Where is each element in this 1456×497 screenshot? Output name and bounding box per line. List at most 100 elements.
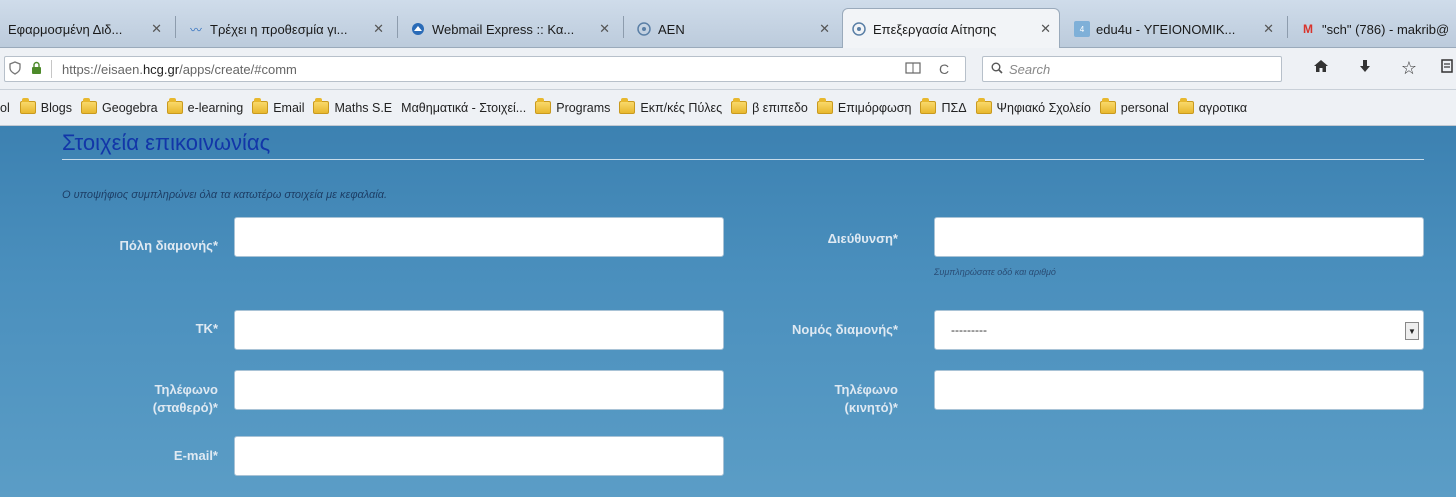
instruction-text: Ο υποψήφιος συμπληρώνει όλα τα κατωτέρω … — [62, 189, 388, 201]
tab-separator — [175, 16, 176, 38]
tab-2[interactable]: Webmail Express :: Κα... ✕ — [402, 10, 618, 48]
bookmark-personal[interactable]: personal — [1099, 98, 1169, 115]
compass-icon — [851, 21, 867, 37]
folder-icon — [975, 98, 992, 114]
library-icon[interactable] — [1436, 58, 1456, 79]
page-content: Στοιχεία επικοινωνίας Ο υποψήφιος συμπλη… — [0, 126, 1456, 497]
tab-label: Τρέχει η προθεσμία γι... — [210, 21, 348, 37]
url-text[interactable]: https://eisaen.hcg.gr/apps/create/#comm — [62, 62, 297, 77]
close-icon[interactable]: ✕ — [1040, 21, 1051, 37]
compass-icon — [636, 21, 652, 37]
folder-icon — [252, 98, 269, 114]
bookmark-epimorfosi[interactable]: Επιμόρφωση — [816, 98, 911, 115]
tab-label: AEN — [658, 21, 685, 37]
bookmark-maths[interactable]: Maths S.E — [313, 98, 392, 115]
folder-icon — [619, 98, 636, 114]
bookmark-programs[interactable]: Programs — [535, 98, 610, 115]
bookmark-elearning[interactable]: e-learning — [166, 98, 243, 115]
phone-input[interactable] — [234, 370, 724, 410]
address-hint: Συμπληρώσατε οδό και αριθμό — [934, 267, 1056, 277]
bookmark-psd[interactable]: ΠΣΔ — [920, 98, 967, 115]
phone-label-line-1: Τηλέφωνο — [154, 382, 218, 397]
tab-1[interactable]: 〰 Τρέχει η προθεσμία γι... ✕ — [180, 10, 392, 48]
reload-icon[interactable]: C — [939, 61, 949, 77]
mobile-label: Τηλέφωνο (κινητό)* — [760, 381, 898, 417]
close-icon[interactable]: ✕ — [599, 21, 610, 37]
search-placeholder: Search — [1009, 61, 1051, 77]
bookmark-mathimatika[interactable]: Μαθηματικά - Στοιχεί... — [401, 101, 526, 115]
zip-input[interactable] — [234, 310, 724, 350]
folder-icon — [535, 98, 552, 114]
folder-icon — [1177, 98, 1194, 114]
tab-label: "sch" (786) - makrib@ — [1322, 21, 1448, 37]
bookmark-partial[interactable]: ol — [0, 101, 10, 115]
bookmarks-bar: ol Blogs Geogebra e-learning Email Maths… — [0, 90, 1456, 126]
dropdown-arrow-icon[interactable]: ▼ — [1405, 322, 1419, 340]
mail-icon — [410, 21, 426, 37]
wave-icon: 〰 — [189, 22, 202, 37]
close-icon[interactable]: ✕ — [1263, 21, 1274, 37]
folder-icon — [816, 98, 833, 114]
close-icon[interactable]: ✕ — [151, 21, 162, 37]
city-label: Πόλη διαμονής* — [119, 238, 218, 253]
mobile-input[interactable] — [934, 370, 1424, 410]
email-input[interactable] — [234, 436, 724, 476]
address-input[interactable] — [934, 217, 1424, 257]
zip-label: ΤΚ* — [195, 321, 218, 336]
address-label: Διεύθυνση* — [827, 231, 898, 246]
bookmark-star-icon[interactable]: ☆ — [1398, 58, 1420, 79]
lock-icon[interactable] — [31, 61, 43, 77]
tab-label: Webmail Express :: Κα... — [432, 21, 575, 37]
city-input[interactable] — [234, 217, 724, 257]
url-bar[interactable]: https://eisaen.hcg.gr/apps/create/#comm … — [4, 56, 966, 82]
bookmark-pyles[interactable]: Εκπ/κές Πύλες — [619, 98, 722, 115]
folder-icon — [731, 98, 748, 114]
tab-6[interactable]: M "sch" (786) - makrib@ — [1292, 10, 1456, 48]
search-input[interactable]: Search — [982, 56, 1282, 82]
tab-label: Επεξεργασία Αίτησης — [873, 21, 997, 37]
navigation-bar: https://eisaen.hcg.gr/apps/create/#comm … — [0, 48, 1456, 90]
gmail-icon: M — [1303, 22, 1313, 36]
tab-3[interactable]: AEN ✕ — [628, 10, 838, 48]
email-label: E-mail* — [173, 448, 218, 463]
tab-strip: Εφαρμοσμένη Διδ... ✕ 〰 Τρέχει η προθεσμί… — [0, 0, 1456, 49]
tab-5[interactable]: 4 edu4u - ΥΓΕΙΟΝΟΜΙΚ... ✕ — [1066, 10, 1282, 48]
folder-icon — [1099, 98, 1116, 114]
folder-icon — [920, 98, 937, 114]
mobile-label-line-1: Τηλέφωνο — [834, 382, 898, 397]
bookmark-geogebra[interactable]: Geogebra — [81, 98, 158, 115]
bookmark-email[interactable]: Email — [252, 98, 304, 115]
section-title: Στοιχεία επικοινωνίας — [62, 130, 271, 155]
bookmark-blogs[interactable]: Blogs — [19, 98, 72, 115]
tab-label: Εφαρμοσμένη Διδ... — [8, 21, 123, 37]
folder-icon — [166, 98, 183, 114]
close-icon[interactable]: ✕ — [819, 21, 830, 37]
tab-separator — [1287, 16, 1288, 38]
reader-view-icon[interactable] — [905, 61, 921, 78]
tab-label: edu4u - ΥΓΕΙΟΝΟΜΙΚ... — [1096, 21, 1236, 37]
edu-icon: 4 — [1074, 21, 1090, 37]
prefecture-select[interactable]: --------- ▼ — [934, 310, 1424, 350]
bookmark-b-epipedo[interactable]: β επιπεδο — [731, 98, 808, 115]
folder-icon — [81, 98, 98, 114]
home-icon[interactable] — [1310, 58, 1332, 79]
close-icon[interactable]: ✕ — [373, 21, 384, 37]
prefecture-selected: --------- — [951, 323, 987, 337]
search-icon — [991, 62, 1003, 77]
tab-separator — [623, 16, 624, 38]
url-separator — [51, 60, 52, 78]
phone-label-line-2: (σταθερό)* — [152, 400, 218, 415]
folder-icon — [19, 98, 36, 114]
download-icon[interactable] — [1354, 58, 1376, 79]
shield-icon[interactable] — [9, 61, 23, 77]
phone-label: Τηλέφωνο (σταθερό)* — [60, 381, 218, 417]
bookmark-agrotika[interactable]: αγροτικα — [1177, 98, 1247, 115]
bookmark-psifiako-sxoleio[interactable]: Ψηφιακό Σχολείο — [975, 98, 1091, 115]
mobile-label-line-2: (κινητό)* — [844, 400, 899, 415]
title-divider — [62, 159, 1424, 160]
folder-icon — [313, 98, 330, 114]
tab-separator — [397, 16, 398, 38]
tab-4-active[interactable]: Επεξεργασία Αίτησης ✕ — [842, 8, 1060, 49]
prefecture-label: Νομός διαμονής* — [792, 322, 898, 337]
tab-0[interactable]: Εφαρμοσμένη Διδ... ✕ — [0, 10, 170, 48]
